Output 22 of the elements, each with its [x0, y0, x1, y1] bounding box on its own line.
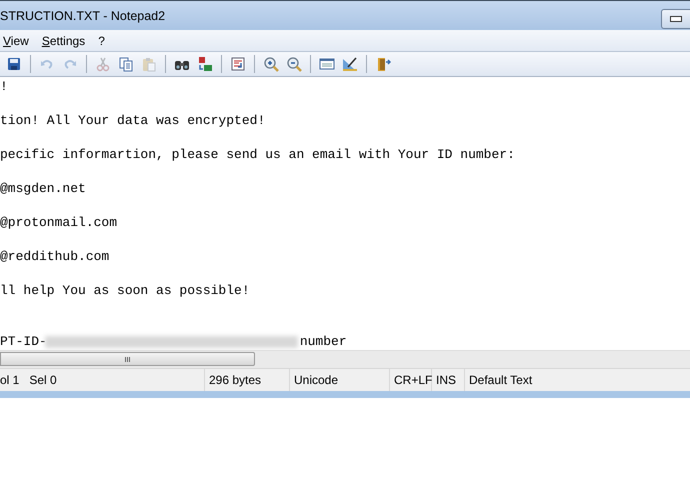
text-line: @protonmail.com	[0, 214, 118, 231]
minimize-button[interactable]	[661, 9, 690, 29]
menu-item[interactable]: ?	[97, 34, 111, 48]
status-text: Unicode	[294, 373, 338, 387]
status-text: Sel 0	[29, 373, 57, 387]
text-line: pecific informartion, please send us an email with Your ID number:	[0, 146, 515, 163]
window-title: STRUCTION.TXT - Notepad2	[0, 8, 166, 22]
text-line: @msgden.net	[0, 180, 86, 197]
status-text: Default Text	[469, 373, 532, 387]
status-text: ol 1	[0, 373, 20, 387]
text-line: ll help You as soon as possible!	[0, 282, 250, 299]
menu-item[interactable]: View	[2, 34, 35, 48]
status-text: CR+LF	[394, 373, 432, 387]
scrollbar-thumb[interactable]	[0, 352, 255, 366]
status-text: INS	[436, 373, 456, 387]
text-line: PT-ID-	[0, 333, 47, 350]
text-line: tion! All Your data was encrypted!	[0, 112, 266, 129]
text-line: !	[0, 78, 8, 95]
text-line: @reddithub.com	[0, 248, 110, 265]
status-text: 296 bytes	[209, 373, 262, 387]
text-line: number	[300, 333, 347, 350]
menu-item[interactable]: Settings	[40, 34, 92, 48]
